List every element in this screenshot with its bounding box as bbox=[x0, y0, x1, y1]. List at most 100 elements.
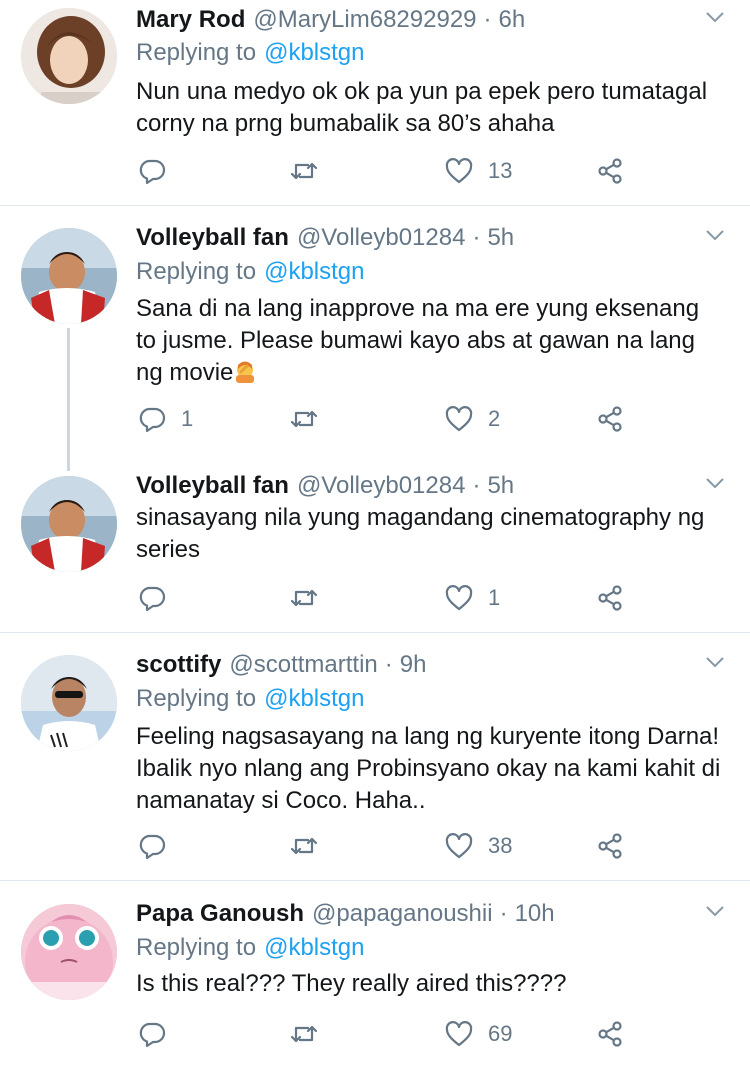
reply-button[interactable] bbox=[137, 826, 181, 866]
like-button[interactable]: 38 bbox=[444, 826, 512, 866]
retweet-button[interactable] bbox=[289, 399, 333, 439]
display-name[interactable]: scottify bbox=[136, 651, 221, 679]
username[interactable]: @scottmarttin bbox=[229, 651, 377, 679]
display-name[interactable]: Mary Rod bbox=[136, 6, 245, 34]
tweet-text-line: Feeling nagsasayang na lang ng kuryente … bbox=[136, 723, 720, 750]
tweet-actions: 69 bbox=[0, 1014, 750, 1054]
heart-icon bbox=[445, 406, 473, 432]
like-button[interactable]: 69 bbox=[444, 1014, 512, 1054]
like-count: 1 bbox=[488, 585, 501, 610]
reply-button[interactable] bbox=[137, 578, 181, 618]
reply-button[interactable] bbox=[137, 1014, 181, 1054]
retweet-icon bbox=[290, 1025, 318, 1043]
tweet-mary-rod[interactable]: Mary Rod @MaryLim68292929 · 6h Replying … bbox=[0, 0, 750, 205]
divider bbox=[0, 880, 750, 881]
retweet-icon bbox=[290, 837, 318, 855]
avatar[interactable] bbox=[21, 904, 117, 1000]
tweet-text-line: sinasayang nila yung magandang cinematog… bbox=[136, 504, 705, 531]
avatar[interactable] bbox=[21, 655, 117, 751]
username[interactable]: @MaryLim68292929 bbox=[253, 6, 476, 34]
tweet-actions: 1 2 bbox=[0, 399, 750, 439]
tweet-actions: 38 bbox=[0, 826, 750, 866]
share-button[interactable] bbox=[596, 151, 626, 191]
tweet-actions: 13 bbox=[0, 151, 750, 191]
reply-icon bbox=[139, 834, 166, 860]
timestamp[interactable]: 10h bbox=[515, 900, 555, 928]
share-button[interactable] bbox=[596, 1014, 626, 1054]
tweet-text-line: Sana di na lang inapprove na ma ere yung… bbox=[136, 295, 700, 322]
reply-icon bbox=[139, 586, 166, 612]
share-button[interactable] bbox=[596, 399, 626, 439]
tweet-text-line: Nun una medyo ok ok pa yun pa epek pero … bbox=[136, 78, 708, 105]
tweet-text: Nun una medyo ok ok pa yun pa epek pero … bbox=[136, 76, 736, 140]
replying-to: Replying to @kblstgn bbox=[136, 931, 364, 965]
replying-to-user-link[interactable]: @kblstgn bbox=[264, 685, 364, 713]
timestamp[interactable]: 6h bbox=[499, 6, 526, 34]
avatar[interactable] bbox=[21, 228, 117, 324]
tweet-text-line: Ibalik nyo nlang ang Probinsyano okay na… bbox=[136, 755, 721, 782]
display-name[interactable]: Volleyball fan bbox=[136, 224, 289, 252]
share-icon bbox=[598, 1021, 622, 1047]
display-name[interactable]: Volleyball fan bbox=[136, 472, 289, 500]
share-button[interactable] bbox=[596, 826, 626, 866]
reply-icon bbox=[139, 159, 166, 185]
replying-to: Replying to @kblstgn bbox=[136, 255, 364, 289]
tweet-scottify[interactable]: scottify @scottmarttin · 9h Replying to … bbox=[0, 647, 750, 879]
tweet-text: Is this real??? They really aired this??… bbox=[136, 968, 736, 1000]
like-button[interactable]: 2 bbox=[444, 399, 500, 439]
replying-to-user-link[interactable]: @kblstgn bbox=[264, 258, 364, 286]
share-icon bbox=[598, 833, 622, 859]
tweet-header: Volleyball fan @Volleyb01284 · 5h bbox=[136, 220, 514, 256]
avatar[interactable] bbox=[21, 476, 117, 572]
separator-dot: · bbox=[499, 900, 508, 927]
like-button[interactable]: 1 bbox=[444, 578, 500, 618]
avatar-image bbox=[21, 228, 117, 324]
like-button[interactable]: 13 bbox=[444, 151, 512, 191]
tweet-text-line: to jusme. Please bumawi kayo abs at gawa… bbox=[136, 327, 695, 354]
username[interactable]: @papaganoushii bbox=[312, 900, 493, 928]
avatar[interactable] bbox=[21, 8, 117, 104]
separator-dot: · bbox=[483, 6, 492, 33]
avatar-image bbox=[21, 904, 117, 1000]
chevron-down-icon[interactable] bbox=[704, 651, 726, 673]
replying-to: Replying to @kblstgn bbox=[136, 36, 364, 70]
timestamp[interactable]: 9h bbox=[400, 651, 427, 679]
reply-button[interactable] bbox=[137, 151, 181, 191]
tweet-text-line: series bbox=[136, 536, 201, 563]
share-icon bbox=[598, 585, 622, 611]
tweet-actions: 1 bbox=[0, 578, 750, 618]
reply-count: 1 bbox=[181, 406, 194, 431]
heart-icon bbox=[445, 585, 473, 611]
heart-icon bbox=[445, 1021, 473, 1047]
retweet-button[interactable] bbox=[289, 578, 333, 618]
replying-to-label: Replying to bbox=[136, 258, 257, 285]
replying-to-label: Replying to bbox=[136, 39, 257, 66]
chevron-down-icon[interactable] bbox=[704, 900, 726, 922]
retweet-button[interactable] bbox=[289, 151, 333, 191]
replying-to: Replying to @kblstgn bbox=[136, 682, 364, 716]
share-button[interactable] bbox=[596, 578, 626, 618]
retweet-button[interactable] bbox=[289, 1014, 333, 1054]
tweet-volleyball-fan-2[interactable]: Volleyball fan @Volleyb01284 · 5h sinasa… bbox=[0, 468, 750, 631]
chevron-down-icon[interactable] bbox=[704, 6, 726, 28]
username[interactable]: @Volleyb01284 bbox=[297, 472, 466, 500]
display-name[interactable]: Papa Ganoush bbox=[136, 900, 304, 928]
separator-dot: · bbox=[384, 651, 393, 678]
reply-icon bbox=[139, 1022, 166, 1048]
divider bbox=[0, 205, 750, 206]
username[interactable]: @Volleyb01284 bbox=[297, 224, 466, 252]
chevron-down-icon[interactable] bbox=[704, 472, 726, 494]
tweet-papa-ganoush[interactable]: Papa Ganoush @papaganoushii · 10h Replyi… bbox=[0, 896, 750, 1066]
timestamp[interactable]: 5h bbox=[487, 224, 514, 252]
share-icon bbox=[598, 158, 622, 184]
timestamp[interactable]: 5h bbox=[487, 472, 514, 500]
replying-to-user-link[interactable]: @kblstgn bbox=[264, 39, 364, 67]
heart-icon bbox=[445, 158, 473, 184]
replying-to-user-link[interactable]: @kblstgn bbox=[264, 934, 364, 962]
tweet-volleyball-fan-1[interactable]: Volleyball fan @Volleyb01284 · 5h Replyi… bbox=[0, 220, 750, 471]
chevron-down-icon[interactable] bbox=[704, 224, 726, 246]
reply-button[interactable]: 1 bbox=[137, 399, 193, 439]
retweet-button[interactable] bbox=[289, 826, 333, 866]
tweet-text-line: Is this real??? They really aired this??… bbox=[136, 970, 567, 997]
avatar-image bbox=[21, 655, 117, 751]
